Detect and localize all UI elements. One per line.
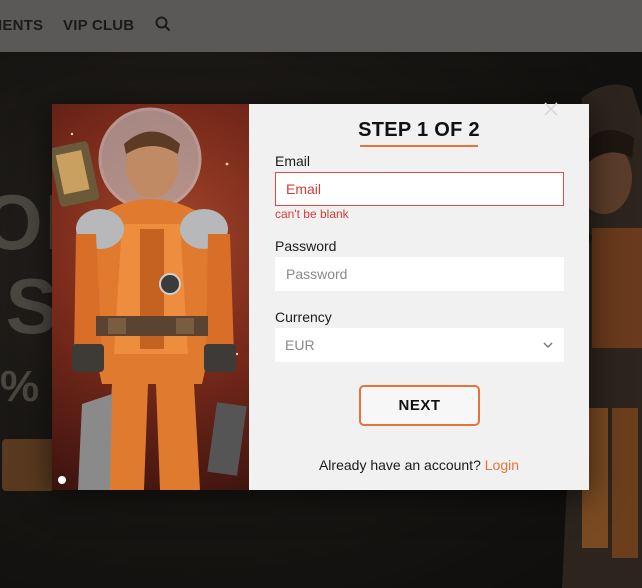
password-field[interactable] — [275, 257, 564, 291]
email-field[interactable] — [275, 172, 564, 206]
login-prompt: Already have an account? Login — [249, 457, 589, 473]
next-button[interactable]: NEXT — [359, 385, 480, 426]
chevron-down-icon — [543, 342, 553, 348]
step-title-underline — [360, 145, 478, 147]
astronaut-artwork — [52, 107, 247, 490]
astronaut-illustration — [52, 104, 249, 490]
nav-link-tournaments[interactable]: IENTS — [0, 17, 43, 34]
top-navigation: IENTS VIP CLUB — [0, 0, 642, 52]
email-error-message: can't be blank — [275, 207, 349, 221]
currency-label: Currency — [275, 309, 332, 325]
registration-form: STEP 1 OF 2 Email can't be blank Passwor… — [249, 104, 589, 490]
login-link[interactable]: Login — [485, 457, 519, 473]
email-label: Email — [275, 153, 311, 169]
step-title: STEP 1 OF 2 — [358, 119, 480, 141]
currency-select[interactable]: EUR — [275, 328, 564, 362]
currency-selected-value: EUR — [285, 337, 315, 353]
registration-modal: STEP 1 OF 2 Email can't be blank Passwor… — [52, 104, 589, 490]
password-label: Password — [275, 238, 337, 254]
login-prompt-text: Already have an account? — [318, 457, 485, 473]
search-icon[interactable] — [154, 15, 172, 33]
hero-percent: % — [0, 362, 40, 411]
close-icon[interactable] — [542, 100, 560, 118]
nav-link-vip-club[interactable]: VIP CLUB — [63, 17, 134, 34]
carousel-dot[interactable] — [58, 476, 66, 484]
hero-cta-button[interactable] — [2, 439, 54, 491]
